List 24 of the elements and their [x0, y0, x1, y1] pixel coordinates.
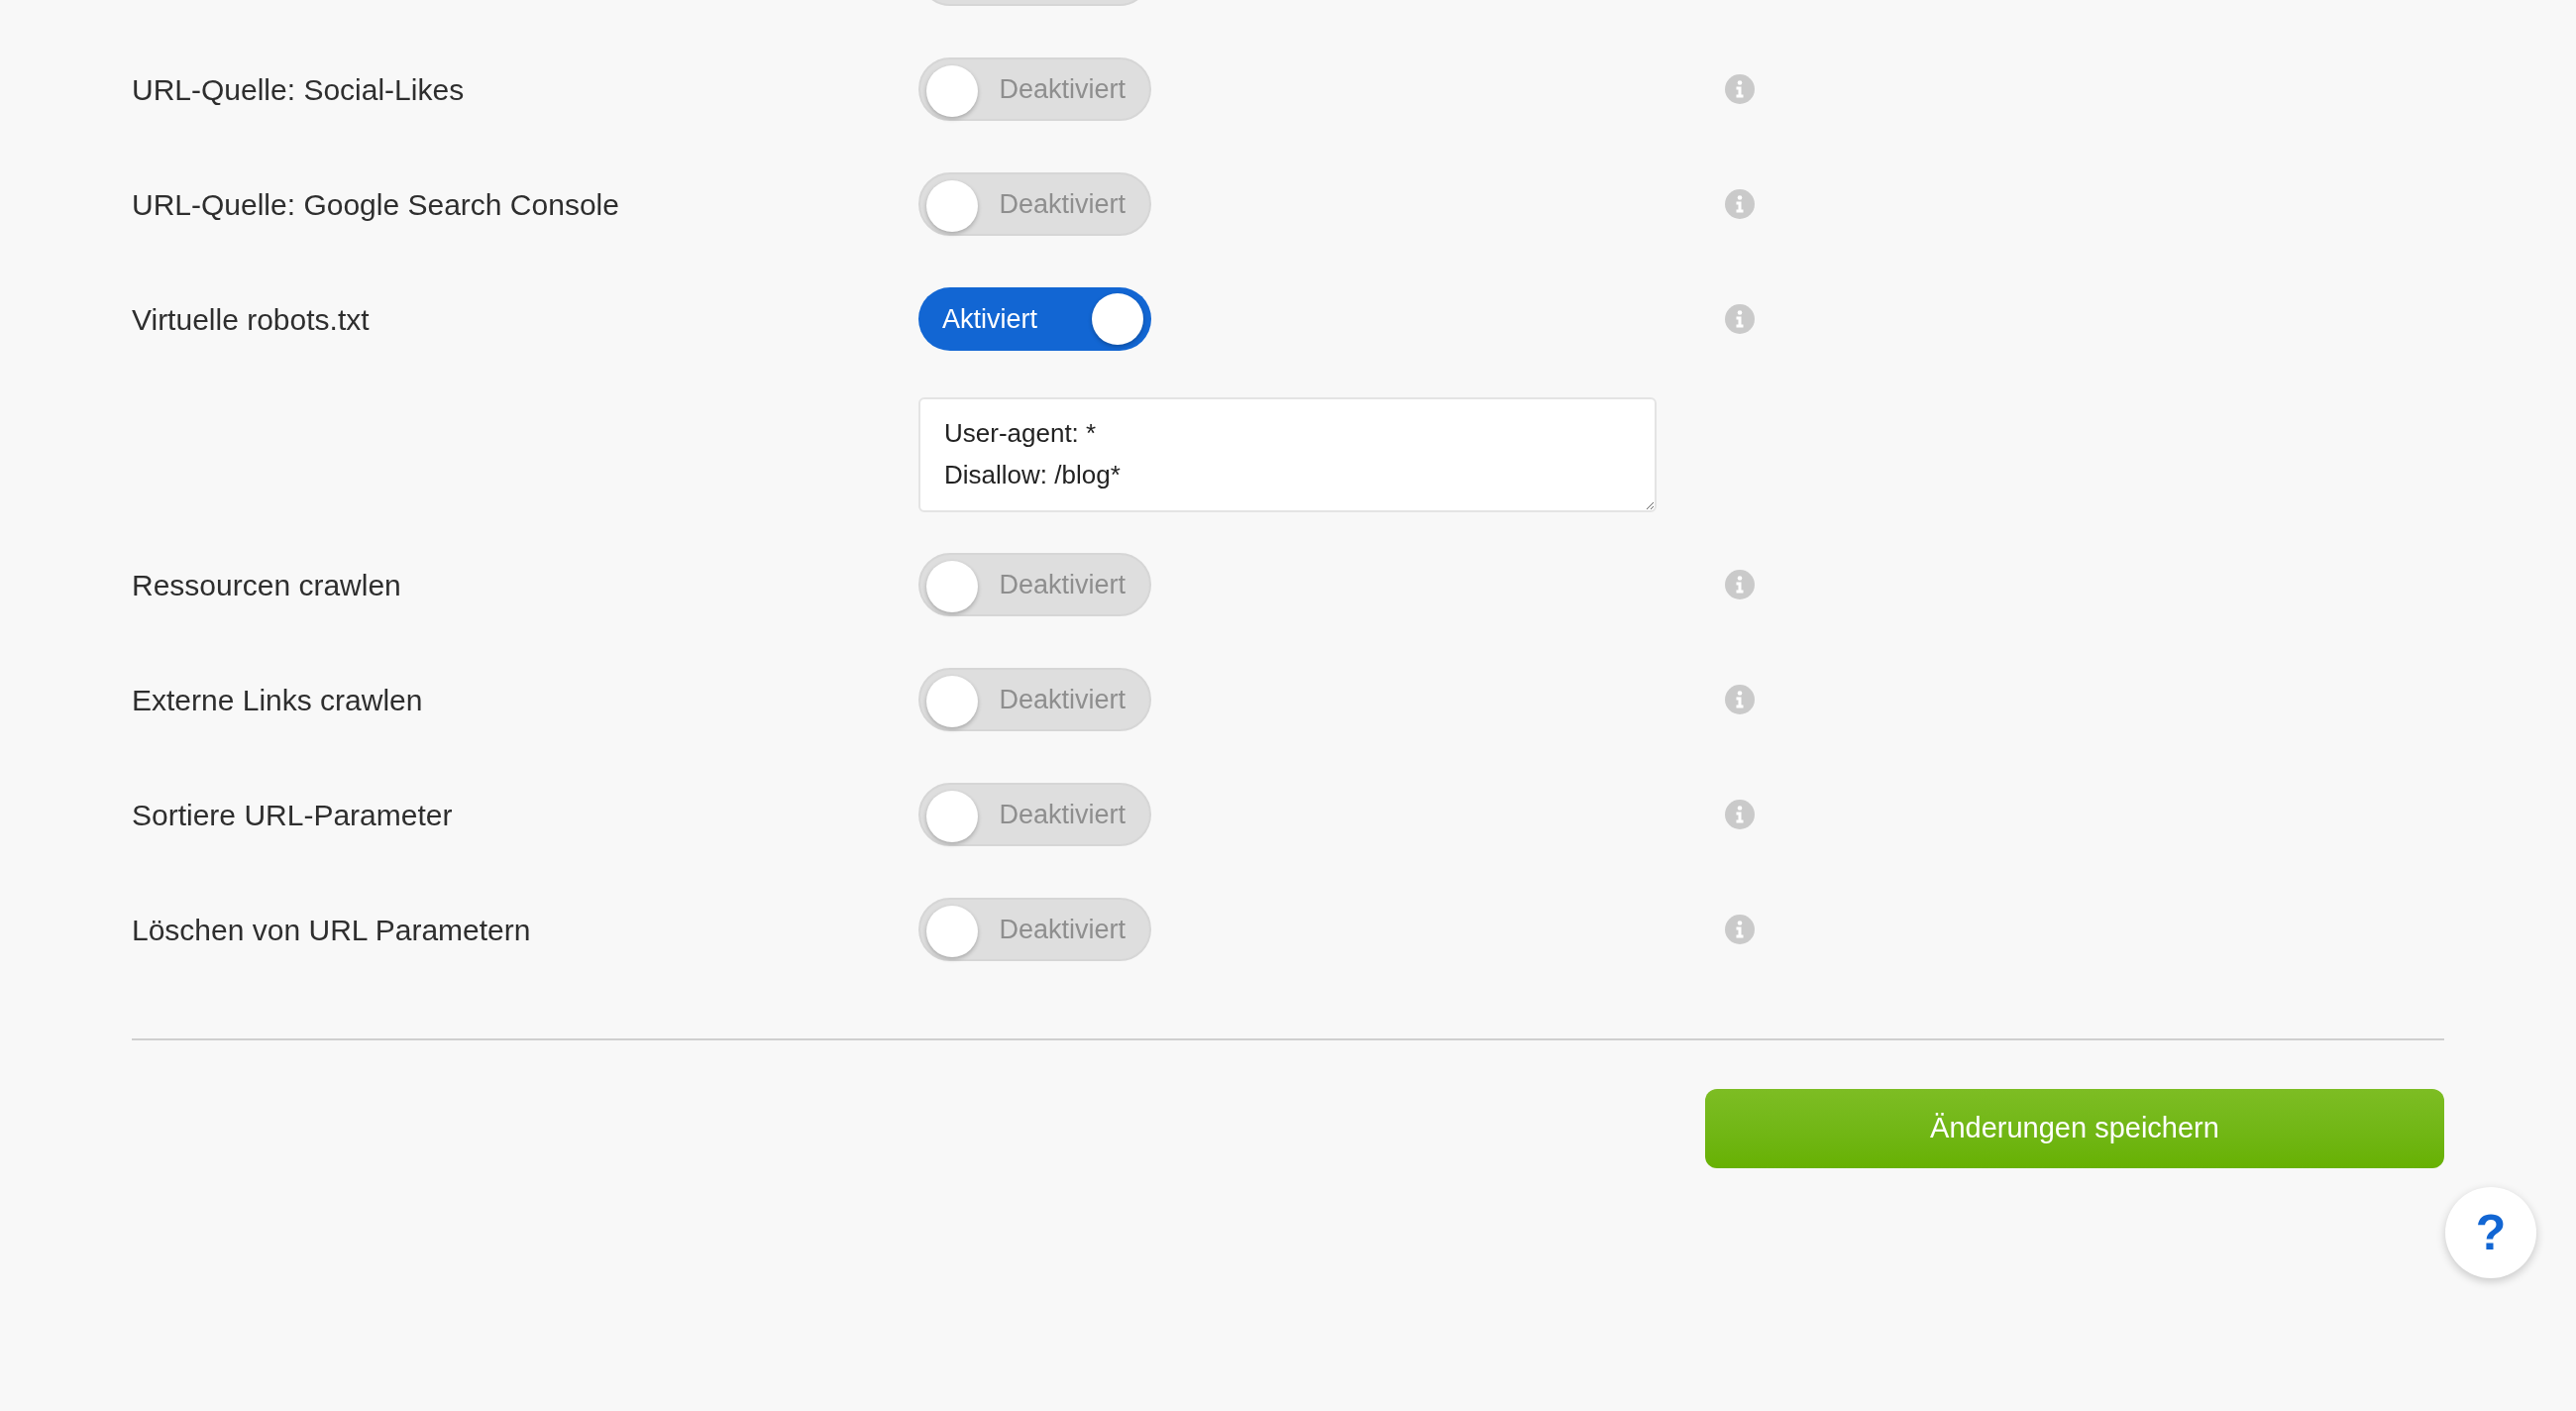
setting-label: Ressourcen crawlen: [132, 567, 402, 603]
toggle-switch[interactable]: Deaktiviert: [918, 172, 1151, 236]
info-icon[interactable]: [1725, 304, 1755, 334]
info-icon[interactable]: [1725, 189, 1755, 219]
setting-label: Externe Links crawlen: [132, 682, 424, 718]
toggle-switch[interactable]: Deaktiviert: [918, 898, 1151, 961]
toggle-switch[interactable]: Aktiviert: [918, 287, 1151, 351]
info-icon[interactable]: [1725, 915, 1755, 944]
info-icon[interactable]: [1725, 800, 1755, 829]
help-button[interactable]: ?: [2445, 1187, 2536, 1278]
setting-label: URL-Quelle: Social-Likes: [132, 71, 466, 108]
save-button[interactable]: Änderungen speichern: [1705, 1089, 2444, 1168]
setting-label: URL-Quelle: Google Search Console: [132, 186, 620, 223]
setting-label: Virtuelle robots.txt: [132, 301, 371, 338]
setting-label: Sortiere URL-Parameter: [132, 797, 454, 833]
info-icon[interactable]: [1725, 74, 1755, 104]
info-icon[interactable]: [1725, 685, 1755, 714]
toggle-switch[interactable]: Deaktiviert: [918, 553, 1151, 616]
toggle-switch[interactable]: Deaktiviert: [918, 57, 1151, 121]
setting-label: Löschen von URL Parametern: [132, 912, 532, 948]
toggle-switch[interactable]: Deaktiviert: [918, 668, 1151, 731]
robots-text-field[interactable]: User-agent: * Disallow: /blog*: [918, 397, 1657, 512]
info-icon[interactable]: [1725, 570, 1755, 599]
toggle-switch[interactable]: Deaktiviert: [918, 783, 1151, 846]
